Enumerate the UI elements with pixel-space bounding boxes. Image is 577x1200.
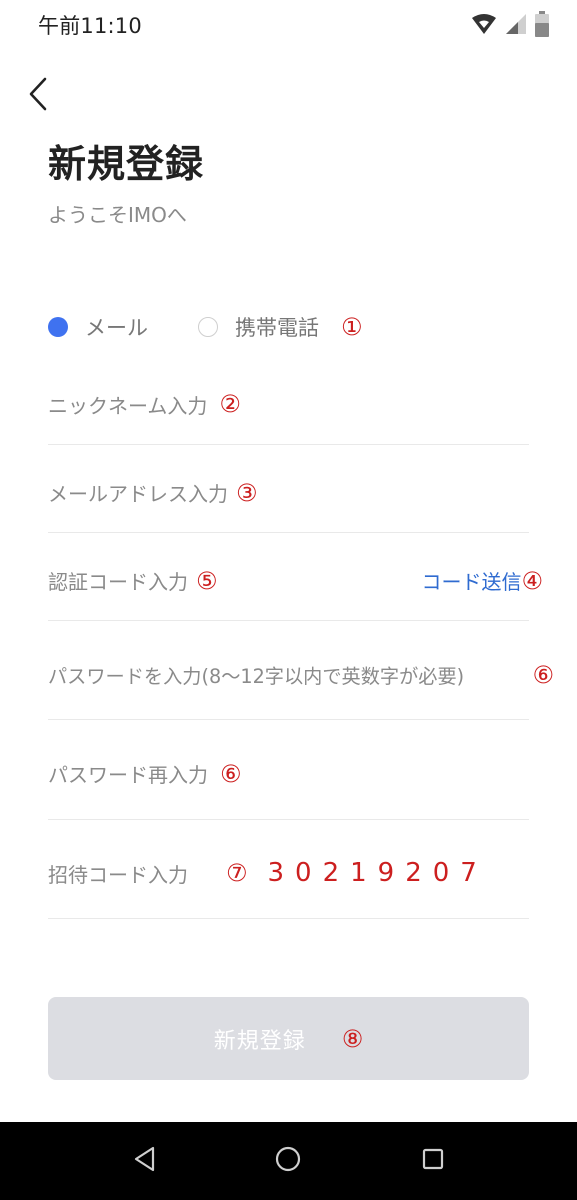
nav-back-icon [133,1146,157,1176]
status-icons [471,11,549,41]
annotation-2: ② [219,390,241,418]
annotation-6-wrap: ⑥ [532,630,554,719]
password-confirm-placeholder: パスワード再入力 [48,763,208,787]
password-confirm-field-content: パスワード再入力 ⑥ [48,728,529,819]
radio-unchecked-icon [198,317,218,337]
page-title: 新規登録 [48,142,205,186]
send-code-label: コード送信 [421,570,522,594]
invite-code-value: 30219207 [267,858,488,888]
password-field[interactable]: パスワードを入力(8〜12字以内で英数字が必要) ⑥ [48,630,554,720]
nav-home-icon [274,1145,302,1177]
status-bar: 午前11:10 [0,0,577,48]
verification-code-field[interactable]: 認証コード入力 ⑤ コード送信 ④ [48,541,543,621]
radio-phone-label: 携帯電話 [235,316,319,340]
email-field-content: メールアドレス入力 ③ [48,453,529,532]
signal-icon [505,13,527,39]
password-placeholder: パスワードを入力(8〜12字以内で英数字が必要) [48,664,465,688]
annotation-1: ① [341,313,363,341]
register-submit-button[interactable]: 新規登録 ⑧ [48,997,529,1080]
annotation-7: ⑦ [226,859,248,887]
email-placeholder: メールアドレス入力 [48,482,228,506]
annotation-4: ④ [521,566,543,595]
register-type-selector: メール 携帯電話 ① [48,308,363,346]
nickname-placeholder: ニックネーム入力 [48,393,208,418]
annotation-5: ⑤ [196,566,218,595]
password-field-content: パスワードを入力(8〜12字以内で英数字が必要) [48,630,529,719]
password-confirm-field[interactable]: パスワード再入力 ⑥ [48,728,529,820]
radio-checked-icon [48,317,68,337]
nav-recents-icon [421,1147,445,1175]
radio-email[interactable]: メール [48,312,148,342]
annotation-8: ⑧ [341,1024,364,1053]
invite-code-field-content: 招待コード入力 ⑦ 30219207 [48,828,529,918]
submit-label: 新規登録 [213,1028,306,1054]
page-subtitle: ようこそIMOへ [48,203,187,227]
verification-code-placeholder: 認証コード入力 [48,570,188,594]
battery-icon [535,11,549,41]
nav-home-button[interactable] [273,1146,303,1176]
nickname-field-content: ニックネーム入力 ② [48,364,529,444]
navigation-bar [0,1122,577,1200]
back-button[interactable] [18,76,58,116]
status-time: 午前11:10 [38,14,142,38]
invite-code-field[interactable]: 招待コード入力 ⑦ 30219207 [48,828,529,919]
nav-back-button[interactable] [130,1146,160,1176]
nav-recents-button[interactable] [418,1146,448,1176]
annotation-3: ③ [236,478,258,507]
back-arrow-icon [27,77,49,115]
wifi-icon [471,13,497,39]
annotation-6: ⑥ [532,660,554,689]
send-code-button[interactable]: コード送信 ④ [421,541,543,620]
invite-code-placeholder: 招待コード入力 [48,862,188,887]
nickname-field[interactable]: ニックネーム入力 ② [48,364,529,445]
email-field[interactable]: メールアドレス入力 ③ [48,453,529,533]
radio-email-label: メール [85,316,148,340]
annotation-6-confirm: ⑥ [220,759,242,788]
radio-phone[interactable]: 携帯電話 [198,312,319,342]
